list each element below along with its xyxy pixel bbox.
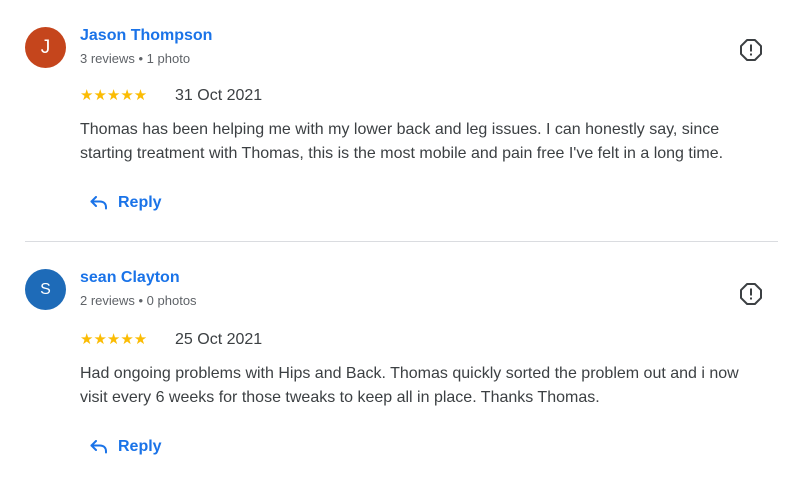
report-review-button[interactable] bbox=[739, 38, 763, 62]
review-text-line: starting treatment with Thomas, this is … bbox=[80, 145, 724, 162]
avatar-letter: S bbox=[40, 280, 51, 298]
avatar-letter: J bbox=[40, 36, 51, 58]
reviewer-meta: 3 reviews • 1 photo bbox=[80, 51, 191, 66]
review-text-line: Had ongoing problems with Hips and Back.… bbox=[80, 365, 739, 382]
review-text-line: visit every 6 weeks for those tweaks to … bbox=[80, 389, 600, 406]
review-date: 25 Oct 2021 bbox=[175, 331, 263, 348]
review-text: Had ongoing problems with Hips and Back.… bbox=[80, 362, 780, 410]
reply-arrow-icon bbox=[90, 196, 107, 210]
author-name-link[interactable]: sean Clayton bbox=[80, 269, 180, 287]
avatar[interactable]: J bbox=[25, 27, 66, 68]
star-rating: ★★★★★ bbox=[80, 87, 148, 104]
avatar[interactable]: S bbox=[25, 269, 66, 310]
report-flag-icon bbox=[740, 39, 762, 61]
report-review-button[interactable] bbox=[739, 282, 763, 306]
reply-button[interactable]: Reply bbox=[90, 194, 162, 212]
star-rating: ★★★★★ bbox=[80, 331, 148, 348]
reply-label: Reply bbox=[118, 194, 162, 211]
review-card: J Jason Thompson 3 reviews • 1 photo ★★★… bbox=[0, 0, 799, 242]
review-text-line: Thomas has been helping me with my lower… bbox=[80, 121, 720, 138]
report-flag-icon bbox=[740, 283, 762, 305]
reply-arrow-icon bbox=[90, 440, 107, 454]
review-text: Thomas has been helping me with my lower… bbox=[80, 118, 780, 166]
review-card: S sean Clayton 2 reviews • 0 photos ★★★★… bbox=[0, 242, 799, 481]
author-name-link[interactable]: Jason Thompson bbox=[80, 27, 212, 45]
reply-label: Reply bbox=[118, 438, 162, 455]
reviewer-meta: 2 reviews • 0 photos bbox=[80, 293, 197, 308]
review-date: 31 Oct 2021 bbox=[175, 87, 263, 104]
reply-button[interactable]: Reply bbox=[90, 438, 162, 456]
